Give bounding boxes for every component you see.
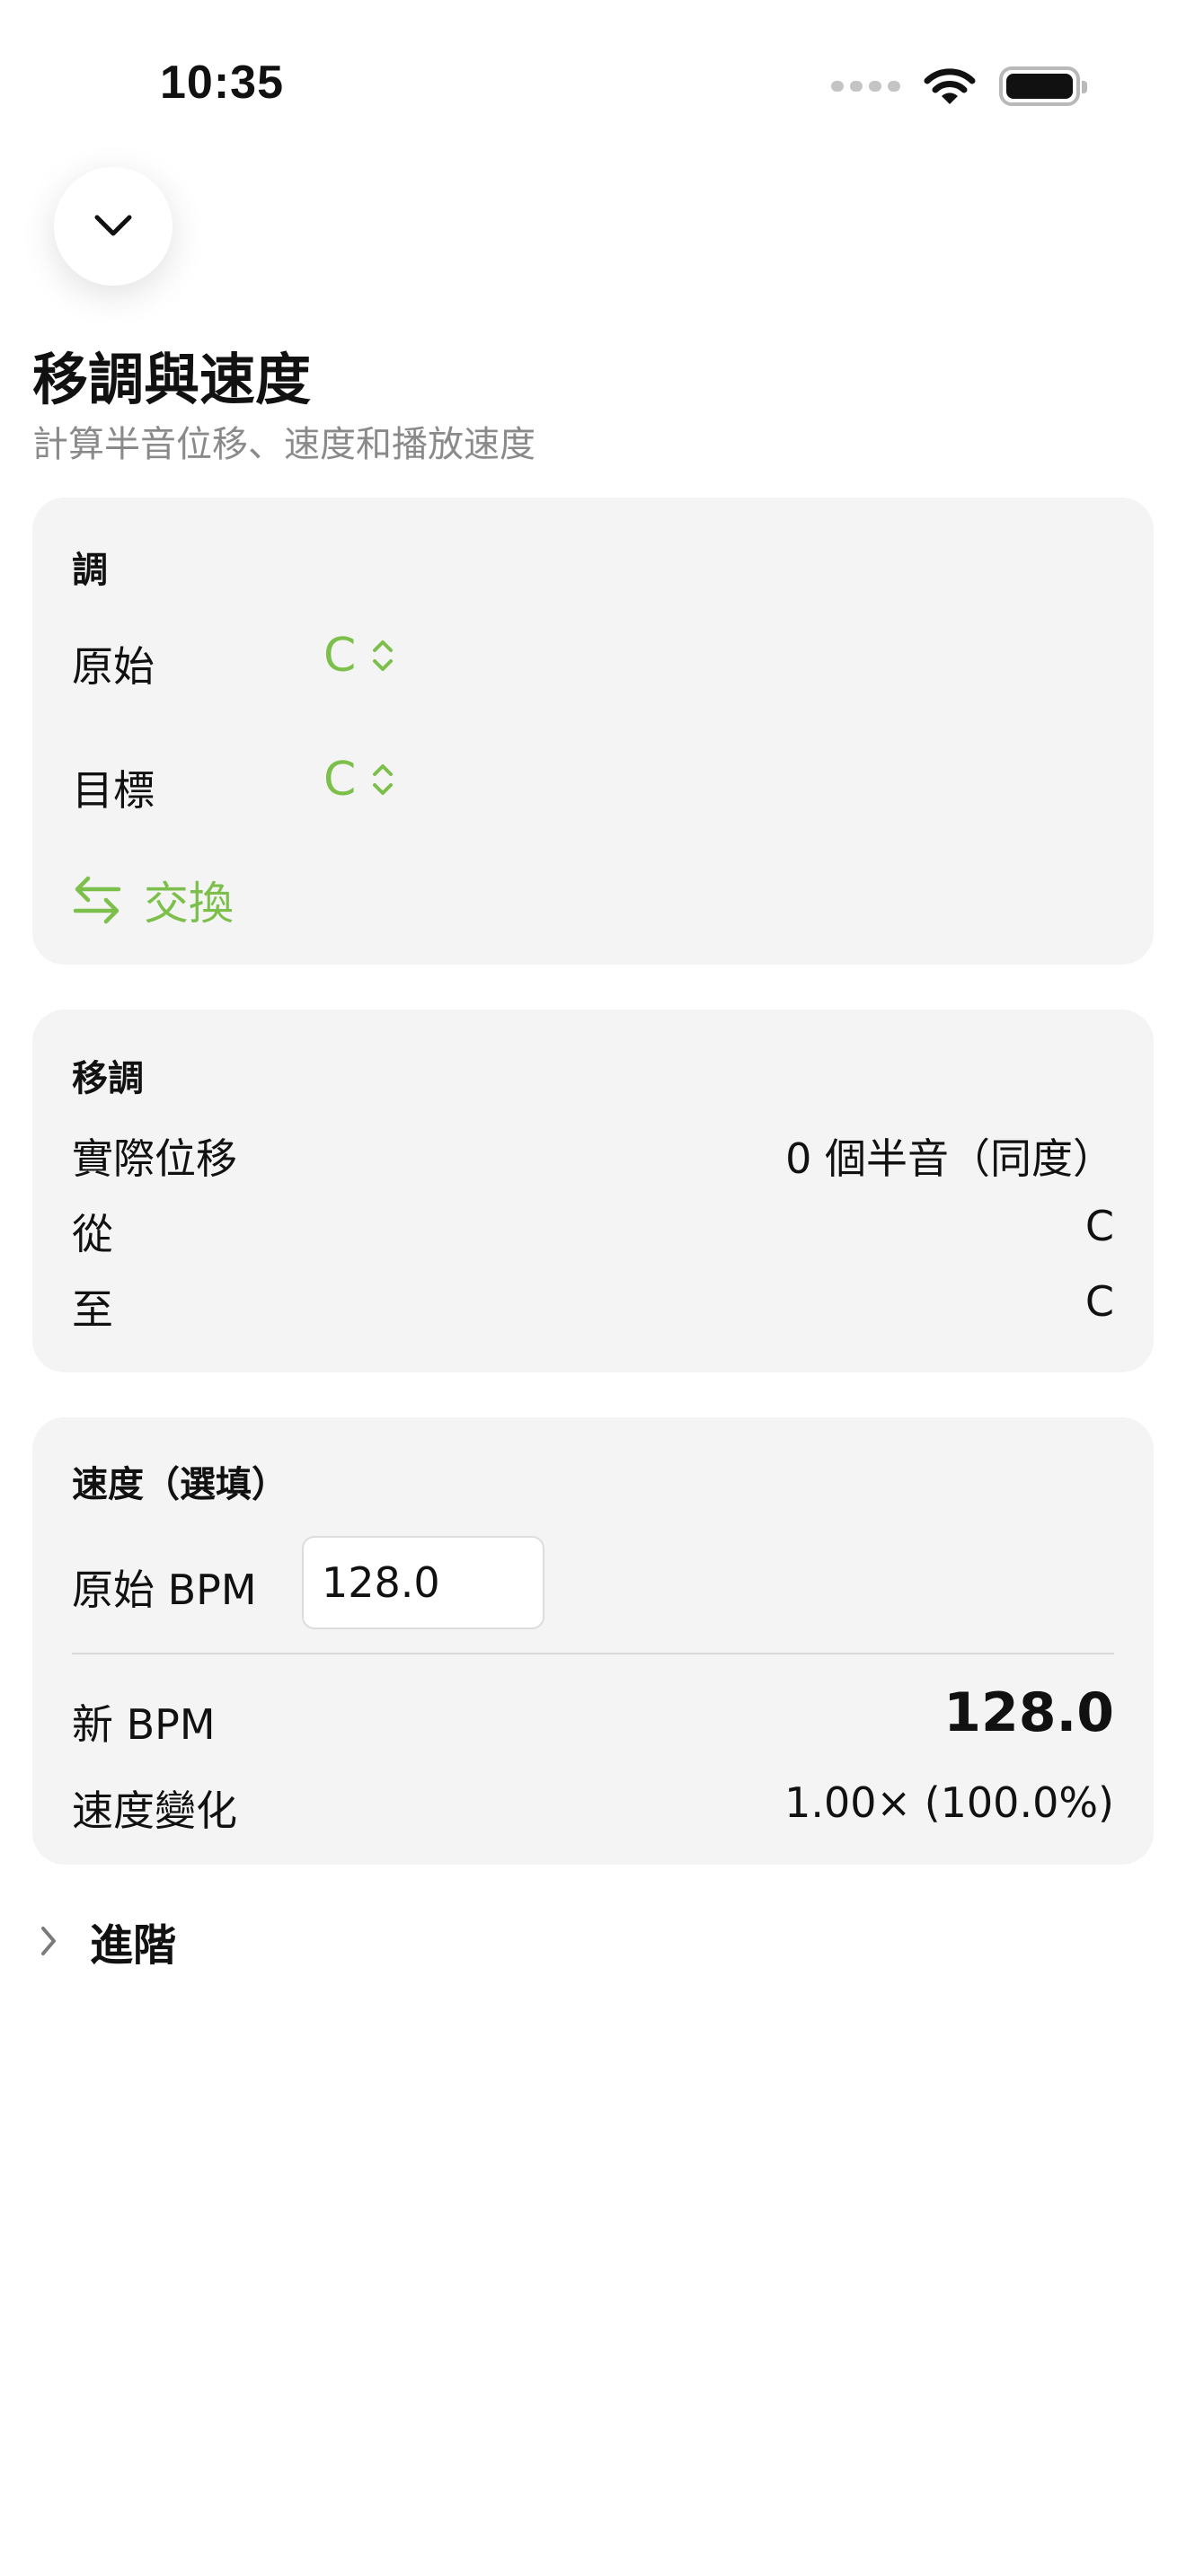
key-card: 調 原始 C 目標 C 交換 (32, 498, 1154, 965)
new-bpm-label: 新 BPM (72, 1700, 216, 1749)
chevron-down-icon (94, 215, 132, 236)
swap-button[interactable]: 交換 (72, 868, 234, 932)
cellular-signal-icon (831, 81, 900, 92)
tempo-card: 速度（選填） 原始 BPM 新 BPM 128.0 速度變化 1.00× (10… (32, 1417, 1154, 1865)
original-bpm-input[interactable] (302, 1536, 544, 1629)
original-bpm-label: 原始 BPM (72, 1566, 257, 1614)
battery-icon (999, 66, 1087, 106)
speed-change-label: 速度變化 (72, 1786, 237, 1835)
original-key-picker[interactable]: C (323, 629, 395, 683)
from-label: 從 (72, 1210, 113, 1258)
to-value: C (1084, 1277, 1114, 1326)
speed-change-value: 1.00× (100.0%) (784, 1778, 1114, 1827)
tempo-divider (72, 1653, 1114, 1654)
shift-label: 實際位移 (72, 1134, 237, 1183)
dismiss-button[interactable] (54, 167, 173, 286)
shift-value: 0 個半音（同度） (785, 1134, 1114, 1183)
transposition-card: 移調 實際位移 0 個半音（同度） 從 C 至 C (32, 1010, 1154, 1372)
tempo-card-title: 速度（選填） (72, 1464, 288, 1505)
chevron-right-icon (41, 1927, 56, 1955)
target-key-picker[interactable]: C (323, 753, 395, 807)
key-card-title: 調 (72, 550, 108, 591)
chevron-up-down-icon (373, 764, 394, 795)
page-subtitle: 計算半音位移、速度和播放速度 (32, 424, 535, 465)
original-key-value: C (323, 629, 357, 683)
chevron-up-down-icon (373, 640, 394, 671)
transposition-card-title: 移調 (72, 1058, 144, 1099)
swap-arrows-icon (73, 876, 121, 924)
wifi-icon (924, 68, 976, 104)
advanced-label: 進階 (90, 1920, 177, 1971)
advanced-disclosure[interactable]: 進階 (40, 1910, 176, 1972)
target-key-value: C (323, 753, 357, 807)
status-icons (831, 63, 1087, 110)
target-key-label: 目標 (72, 766, 155, 815)
new-bpm-value: 128.0 (943, 1681, 1114, 1744)
page-title: 移調與速度 (32, 347, 312, 412)
status-time: 10:35 (160, 57, 284, 109)
original-key-label: 原始 (72, 642, 155, 691)
screen: 10:35 移調與速度 計算半音位移、速度和播放速度 調 原始 C 目標 C 交… (0, 0, 1186, 2576)
to-label: 至 (72, 1285, 113, 1334)
from-value: C (1084, 1202, 1114, 1250)
swap-label: 交換 (144, 878, 234, 930)
